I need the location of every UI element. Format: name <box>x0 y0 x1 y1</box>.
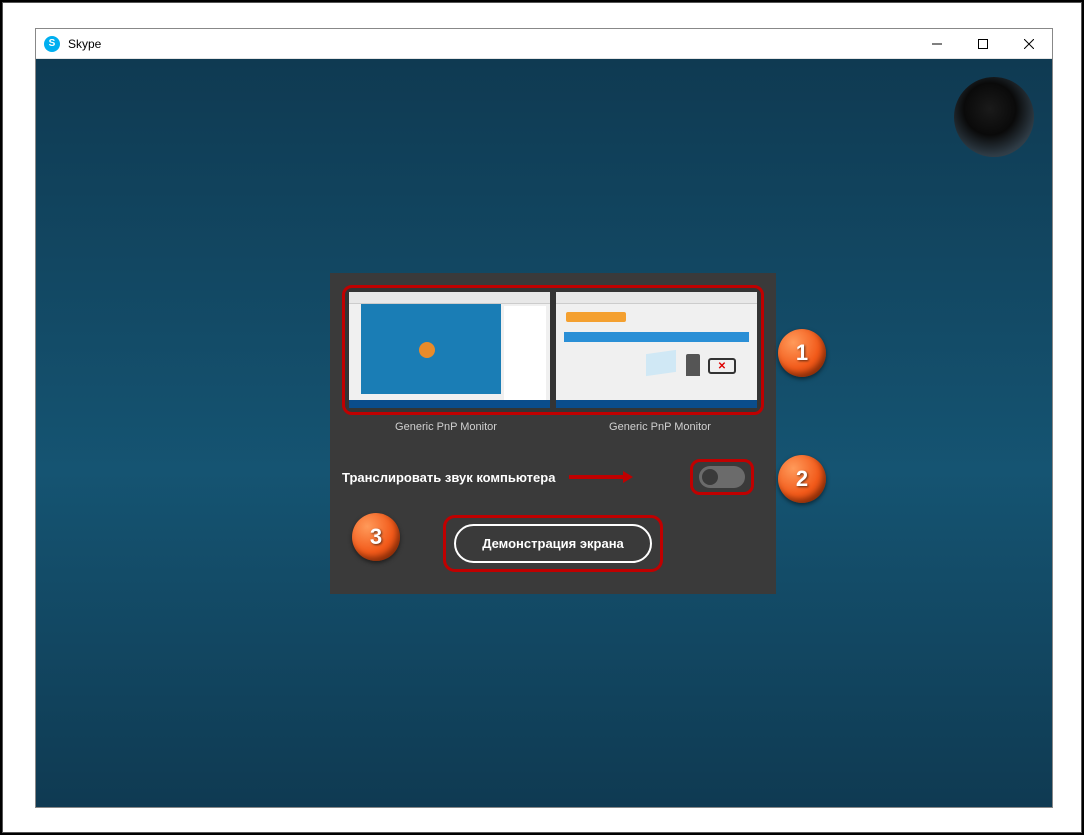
monitor-option-2[interactable] <box>556 292 757 408</box>
callout-2: 2 <box>778 455 826 503</box>
toggle-knob <box>702 469 718 485</box>
action-row: Демонстрация экрана <box>342 515 764 572</box>
monitor-label-2: Generic PnP Monitor <box>556 421 764 433</box>
minimize-button[interactable] <box>914 29 960 59</box>
audio-toggle-label: Транслировать звук компьютера <box>342 470 555 485</box>
share-button-highlight: Демонстрация экрана <box>443 515 663 572</box>
audio-toggle[interactable] <box>699 466 745 488</box>
arrow-icon <box>569 469 633 485</box>
audio-toggle-row: Транслировать звук компьютера <box>342 459 764 495</box>
skype-icon: S <box>44 36 60 52</box>
maximize-button[interactable] <box>960 29 1006 59</box>
monitor-label-1: Generic PnP Monitor <box>342 421 550 433</box>
call-background: Generic PnP Monitor Generic PnP Monitor … <box>36 59 1052 807</box>
avatar[interactable] <box>954 77 1034 157</box>
titlebar: S Skype <box>36 29 1052 59</box>
monitor-selection-highlight <box>342 285 764 415</box>
share-screen-button[interactable]: Демонстрация экрана <box>454 524 652 563</box>
window-title: Skype <box>68 37 101 51</box>
callout-1: 1 <box>778 329 826 377</box>
monitor-labels: Generic PnP Monitor Generic PnP Monitor <box>342 421 764 433</box>
audio-toggle-highlight <box>690 459 754 495</box>
close-button[interactable] <box>1006 29 1052 59</box>
monitor-option-1[interactable] <box>349 292 550 408</box>
callout-3: 3 <box>352 513 400 561</box>
app-window: S Skype <box>35 28 1053 808</box>
